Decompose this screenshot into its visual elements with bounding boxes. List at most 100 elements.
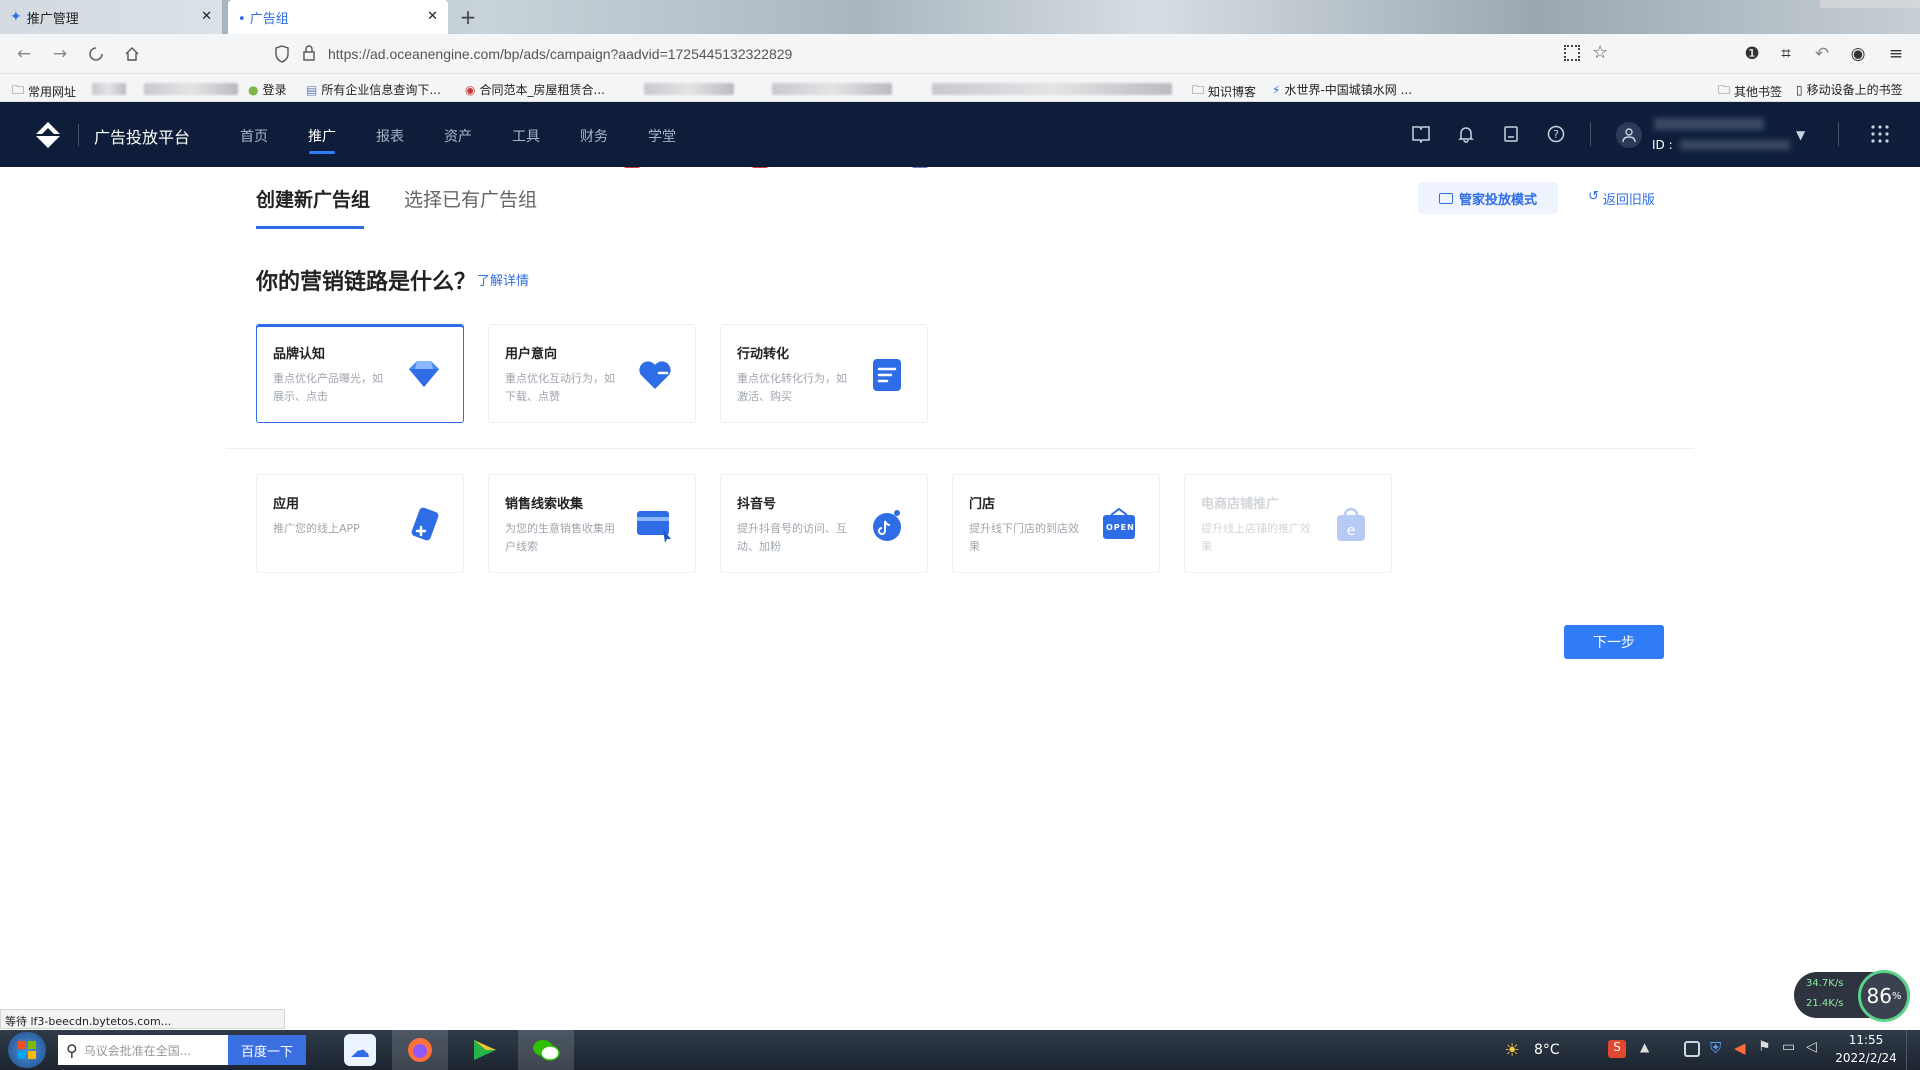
type-card-leads[interactable]: 销售线索收集 为您的生意销售收集用户线索 bbox=[488, 474, 696, 573]
menu-academy[interactable]: 学堂 bbox=[648, 126, 676, 146]
loading-icon[interactable] bbox=[84, 42, 108, 66]
blurred-bookmark[interactable] bbox=[144, 83, 238, 95]
phone-icon: ▯ bbox=[1796, 82, 1803, 97]
media-player-icon[interactable] bbox=[468, 1034, 500, 1066]
tray-app-icon[interactable] bbox=[1684, 1041, 1700, 1057]
menu-assets[interactable]: 资产 bbox=[444, 126, 472, 146]
chevron-down-icon[interactable]: ▼ bbox=[1796, 128, 1805, 142]
browser-tab-adgroup[interactable]: • 广告组 ✕ bbox=[228, 0, 448, 34]
bell-icon[interactable] bbox=[1455, 123, 1477, 145]
bookmark-folder-mobile[interactable]: ▯ 移动设备上的书签 bbox=[1796, 81, 1903, 98]
browser-nav-bar: ← → https://ad.oceanengine.com/bp/ads/ca… bbox=[0, 34, 1920, 74]
blurred-bookmark[interactable] bbox=[644, 83, 734, 95]
bookmark-folder-other[interactable]: 🗀 其他书签 bbox=[1718, 81, 1782, 102]
blurred-bookmark[interactable] bbox=[932, 83, 1172, 95]
bookmark-company-query[interactable]: ▤ 所有企业信息查询下... bbox=[306, 81, 441, 98]
tab-select-existing[interactable]: 选择已有广告组 bbox=[404, 185, 537, 212]
star-icon[interactable]: ☆ bbox=[1592, 42, 1608, 63]
type-card-store[interactable]: 门店 提升线下门店的到店效果 OPEN bbox=[952, 474, 1160, 573]
card-title: 应用 bbox=[273, 497, 300, 512]
butler-mode-button[interactable]: 管家投放模式 bbox=[1418, 182, 1558, 214]
taskbar-search-input[interactable]: ⚲ 乌议会批准在全国... bbox=[58, 1035, 228, 1065]
tray-red-icon[interactable]: ◀ bbox=[1734, 1039, 1746, 1057]
water-logo-icon: ⚡ bbox=[1272, 82, 1281, 97]
show-desktop-button[interactable] bbox=[1906, 1030, 1920, 1070]
bookmark-folder-blog[interactable]: 🗀 知识博客 bbox=[1192, 81, 1256, 102]
address-bar[interactable]: https://ad.oceanengine.com/bp/ads/campai… bbox=[262, 40, 1616, 68]
browser-tab-promotion[interactable]: ✦ 推广管理 ✕ bbox=[0, 0, 222, 34]
clipboard-icon[interactable] bbox=[1500, 123, 1522, 145]
platform-name[interactable]: 广告投放平台 bbox=[94, 124, 190, 148]
next-step-button[interactable]: 下一步 bbox=[1564, 625, 1664, 659]
bookmark-water-world[interactable]: ⚡ 水世界-中国城镇水网 ... bbox=[1272, 81, 1412, 98]
card-title: 电商店铺推广 bbox=[1201, 497, 1280, 512]
menu-finance[interactable]: 财务 bbox=[580, 126, 608, 146]
card-title: 用户意向 bbox=[505, 347, 558, 362]
svg-text:?: ? bbox=[1553, 128, 1559, 141]
clock-date[interactable]: 2022/2/24 bbox=[1834, 1051, 1898, 1065]
firefox-icon[interactable] bbox=[392, 1030, 448, 1070]
net-speed-widget[interactable]: 34.7K/s 21.4K/s 86% bbox=[1794, 970, 1910, 1022]
extension-icon[interactable]: ◉ bbox=[1846, 42, 1870, 66]
flag-icon[interactable]: ⚑ bbox=[1758, 1039, 1771, 1055]
learn-more-link[interactable]: 了解详情 bbox=[477, 270, 529, 289]
start-button[interactable] bbox=[8, 1032, 46, 1068]
home-icon[interactable] bbox=[120, 42, 144, 66]
leaf-icon: ● bbox=[248, 82, 259, 97]
baidu-netdisk-icon[interactable]: ☁ bbox=[344, 1034, 376, 1066]
close-tab-icon[interactable]: ✕ bbox=[201, 9, 212, 24]
goal-card-conversion[interactable]: 行动转化 重点优化转化行为，如激活、购买 bbox=[720, 324, 928, 423]
window-controls[interactable] bbox=[1820, 0, 1920, 8]
undo-icon[interactable]: ↶ bbox=[1810, 42, 1834, 66]
tab-create-new[interactable]: 创建新广告组 bbox=[256, 185, 370, 212]
download-speed: 21.4K/s bbox=[1806, 998, 1844, 1009]
blurred-bookmark[interactable] bbox=[772, 83, 892, 95]
lock-icon[interactable] bbox=[302, 45, 316, 65]
help-icon[interactable]: ? bbox=[1545, 123, 1567, 145]
card-title: 门店 bbox=[969, 497, 996, 512]
type-card-douyin[interactable]: 抖音号 提升抖音号的访问、互动、加粉 bbox=[720, 474, 928, 573]
goal-card-intent[interactable]: 用户意向 重点优化互动行为，如下载、点赞 bbox=[488, 324, 696, 423]
tray-expand-icon[interactable]: ▲ bbox=[1640, 1040, 1649, 1054]
oceanengine-logo-icon[interactable] bbox=[32, 120, 64, 154]
card-desc: 提升线上店铺的推广效果 bbox=[1201, 522, 1311, 553]
info-icon[interactable]: ❶ bbox=[1740, 42, 1764, 66]
apps-grid-icon[interactable] bbox=[1870, 124, 1890, 148]
network-icon[interactable]: ▭ bbox=[1782, 1039, 1795, 1055]
qr-code-icon[interactable] bbox=[1564, 45, 1580, 61]
menu-icon[interactable]: ≡ bbox=[1884, 42, 1908, 66]
volume-icon[interactable]: ◁ bbox=[1806, 1039, 1817, 1055]
back-icon[interactable]: ← bbox=[12, 42, 36, 66]
goal-card-brand[interactable]: 品牌认知 重点优化产品曝光，如展示、点击 bbox=[256, 324, 464, 423]
shield-icon[interactable] bbox=[274, 45, 290, 67]
baidu-search-button[interactable]: 百度一下 bbox=[228, 1035, 306, 1065]
menu-reports[interactable]: 报表 bbox=[376, 126, 404, 146]
security-shield-icon[interactable]: ⛨ bbox=[1710, 1039, 1721, 1057]
avatar[interactable] bbox=[1616, 122, 1642, 148]
bookmark-login[interactable]: ● 登录 bbox=[248, 81, 287, 98]
page-icon: ▤ bbox=[306, 82, 318, 97]
bookmark-folder-common[interactable]: 🗀 常用网址 bbox=[12, 81, 76, 102]
sogou-ime-icon[interactable]: S bbox=[1608, 1040, 1626, 1058]
close-tab-icon[interactable]: ✕ bbox=[427, 9, 438, 24]
wechat-icon[interactable] bbox=[518, 1030, 574, 1070]
card-icon bbox=[633, 505, 677, 545]
forward-icon[interactable]: → bbox=[48, 42, 72, 66]
menu-promotion[interactable]: 推广 bbox=[308, 126, 336, 146]
weather-temp[interactable]: 8°C bbox=[1534, 1042, 1560, 1058]
new-tab-button[interactable]: + bbox=[455, 0, 481, 34]
section-divider bbox=[226, 448, 1694, 449]
header-divider bbox=[1838, 122, 1839, 146]
open-sign-icon: OPEN bbox=[1097, 505, 1141, 545]
menu-tools[interactable]: 工具 bbox=[512, 126, 540, 146]
crop-icon[interactable]: ⌗ bbox=[1774, 42, 1798, 66]
douyin-icon bbox=[865, 505, 909, 545]
menu-home[interactable]: 首页 bbox=[240, 126, 268, 146]
blurred-bookmark[interactable] bbox=[92, 83, 126, 95]
red-circle-icon: ◉ bbox=[465, 82, 476, 97]
type-card-app[interactable]: 应用 推广您的线上APP bbox=[256, 474, 464, 573]
clock-time[interactable]: 11:55 bbox=[1834, 1033, 1898, 1047]
back-to-old-link[interactable]: ↺ 返回旧版 bbox=[1588, 189, 1655, 208]
book-icon[interactable] bbox=[1410, 123, 1432, 145]
bookmark-contract[interactable]: ◉ 合同范本_房屋租赁合... bbox=[465, 81, 605, 98]
